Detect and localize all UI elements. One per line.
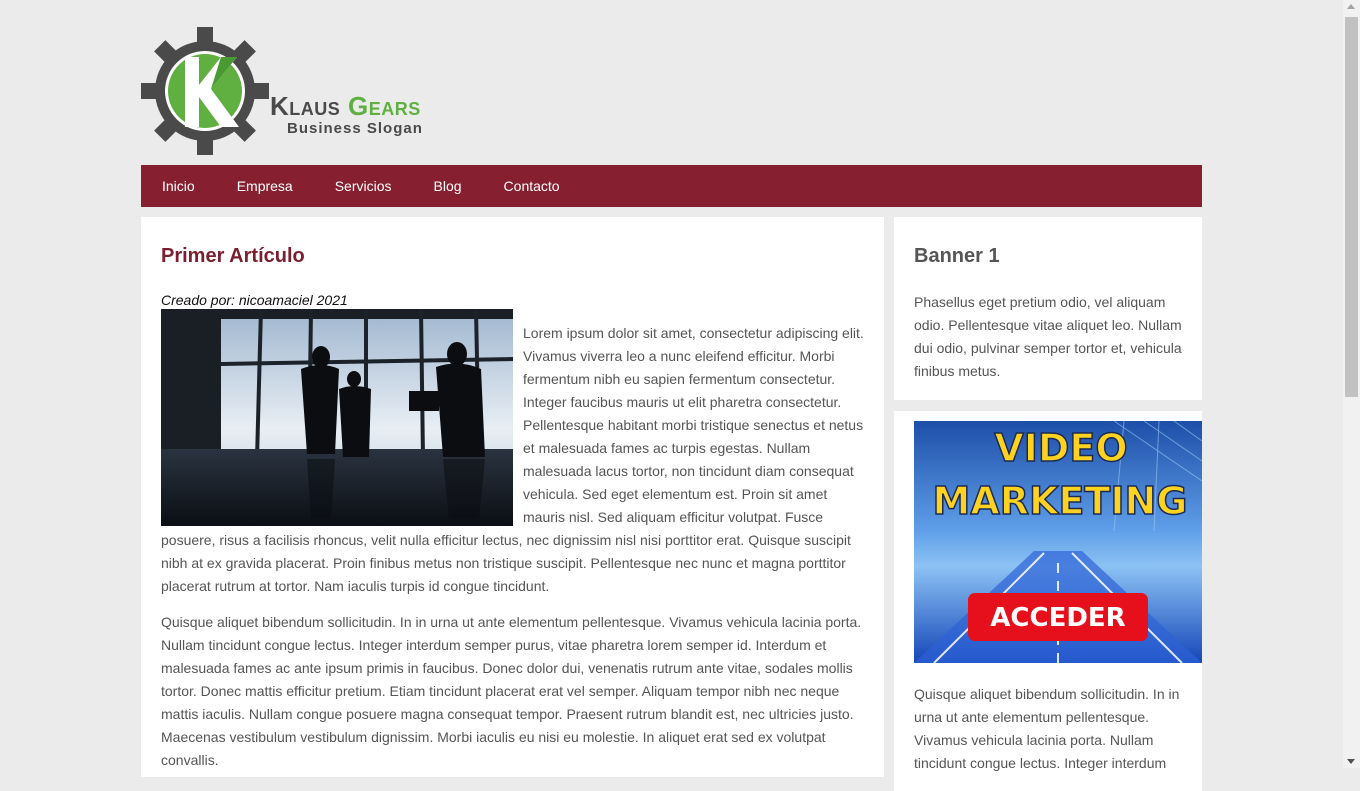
sidebar-banner-1: Banner 1 Phasellus eget pretium odio, ve…: [894, 217, 1202, 400]
site-header: Klaus Gears Business Slogan: [141, 0, 1202, 165]
site-logo[interactable]: Klaus Gears Business Slogan: [141, 27, 471, 157]
video-banner-line2: MARKETING: [933, 479, 1188, 523]
nav-item-empresa[interactable]: Empresa: [216, 165, 314, 207]
page: Klaus Gears Business Slogan Inicio Empre…: [141, 0, 1202, 791]
sidebar-banner-2: VIDEO MARKETING ACCEDER Quisque aliquet …: [894, 411, 1202, 791]
banner-2-text: Quisque aliquet bibendum sollicitudin. I…: [914, 686, 1180, 771]
video-banner-button[interactable]: ACCEDER: [990, 603, 1125, 633]
nav-item-inicio[interactable]: Inicio: [141, 165, 216, 207]
main-nav: Inicio Empresa Servicios Blog Contacto: [141, 165, 1202, 207]
article-title[interactable]: Primer Artículo: [161, 241, 864, 271]
video-marketing-banner[interactable]: VIDEO MARKETING ACCEDER: [914, 421, 1202, 663]
main-article: Primer Artículo Creado por: nicoamaciel …: [141, 217, 884, 777]
nav-item-contacto[interactable]: Contacto: [483, 165, 581, 207]
logo-slogan: Business Slogan: [287, 120, 423, 137]
scroll-down-arrow-icon[interactable]: [1347, 759, 1355, 764]
nav-item-servicios[interactable]: Servicios: [314, 165, 413, 207]
scroll-thumb[interactable]: [1345, 17, 1358, 397]
logo-name-part2: Gears: [348, 91, 421, 121]
article-image: [161, 309, 513, 526]
vertical-scrollbar[interactable]: [1343, 0, 1360, 768]
article-paragraph-2: Quisque aliquet bibendum sollicitudin. I…: [161, 614, 862, 768]
gear-k-logo-icon: [141, 27, 269, 155]
logo-name: Klaus Gears: [270, 91, 423, 121]
logo-text: Klaus Gears Business Slogan: [270, 91, 423, 137]
logo-name-part1: Klaus: [270, 91, 341, 121]
scroll-up-arrow-icon[interactable]: [1347, 4, 1355, 9]
banner-1-text: Phasellus eget pretium odio, vel aliquam…: [914, 294, 1182, 379]
video-banner-line1: VIDEO: [994, 426, 1127, 470]
banner-1-title: Banner 1: [914, 245, 1000, 267]
article-byline: Creado por: nicoamaciel 2021: [161, 292, 348, 308]
nav-item-blog[interactable]: Blog: [413, 165, 483, 207]
